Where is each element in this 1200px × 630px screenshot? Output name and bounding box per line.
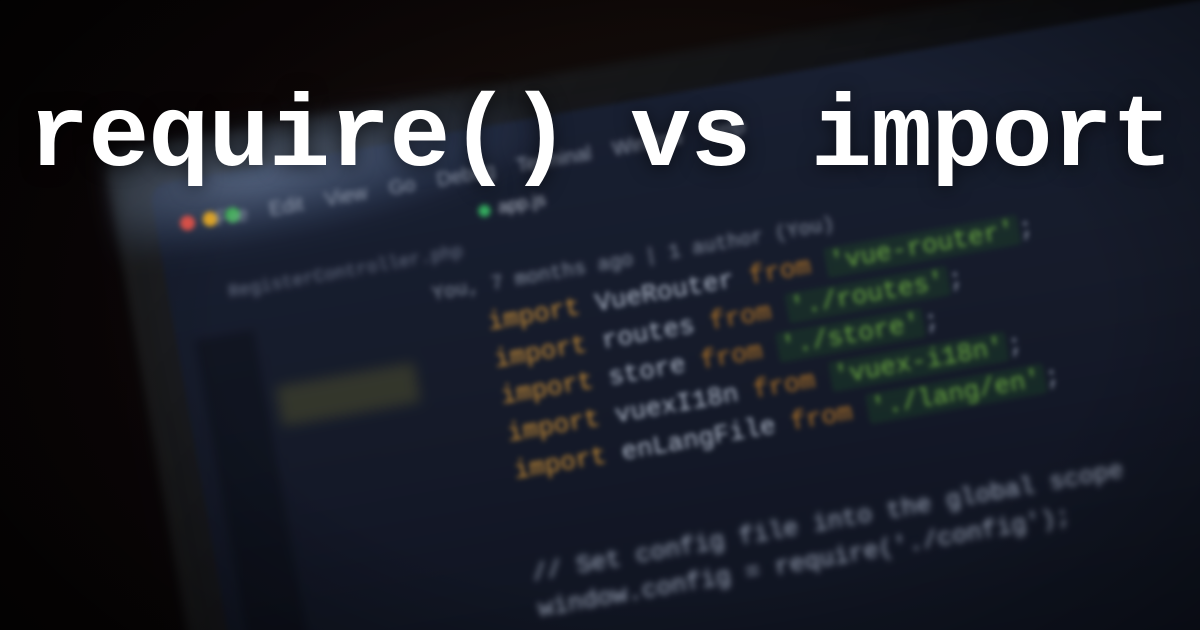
breadcrumb: RegisterController.php (227, 242, 465, 303)
headline-text: require() vs import (0, 80, 1200, 196)
explorer-item (276, 362, 421, 426)
close-icon (179, 214, 196, 231)
menu-item: Edit (267, 193, 305, 222)
code-block-require: // Set config file into the global scope… (529, 453, 1133, 629)
hero-image: FileEditViewGoDebugTerminalWindowHelp ap… (0, 0, 1200, 630)
menu-item: File (214, 203, 250, 231)
breadcrumb-path: RegisterController.php (227, 242, 465, 303)
code-block-imports: import VueRouter from 'vue-router'; impo… (485, 209, 1063, 491)
tab-modified-icon (477, 203, 491, 217)
